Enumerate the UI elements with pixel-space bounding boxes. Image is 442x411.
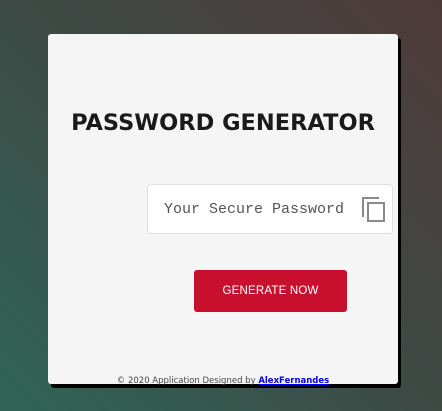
password-field: [147, 184, 393, 234]
footer-text: © 2020 Application Designed by: [116, 376, 259, 386]
page-title: PASSWORD GENERATOR: [71, 110, 375, 136]
author-link[interactable]: AlexFernandes: [258, 376, 329, 386]
generator-card: PASSWORD GENERATOR GENERATE NOW © 2020 A…: [48, 34, 398, 386]
footer: © 2020 Application Designed by AlexFerna…: [48, 376, 398, 386]
password-output[interactable]: [164, 185, 360, 233]
copy-icon[interactable]: [362, 197, 388, 223]
generate-button[interactable]: GENERATE NOW: [194, 270, 347, 312]
